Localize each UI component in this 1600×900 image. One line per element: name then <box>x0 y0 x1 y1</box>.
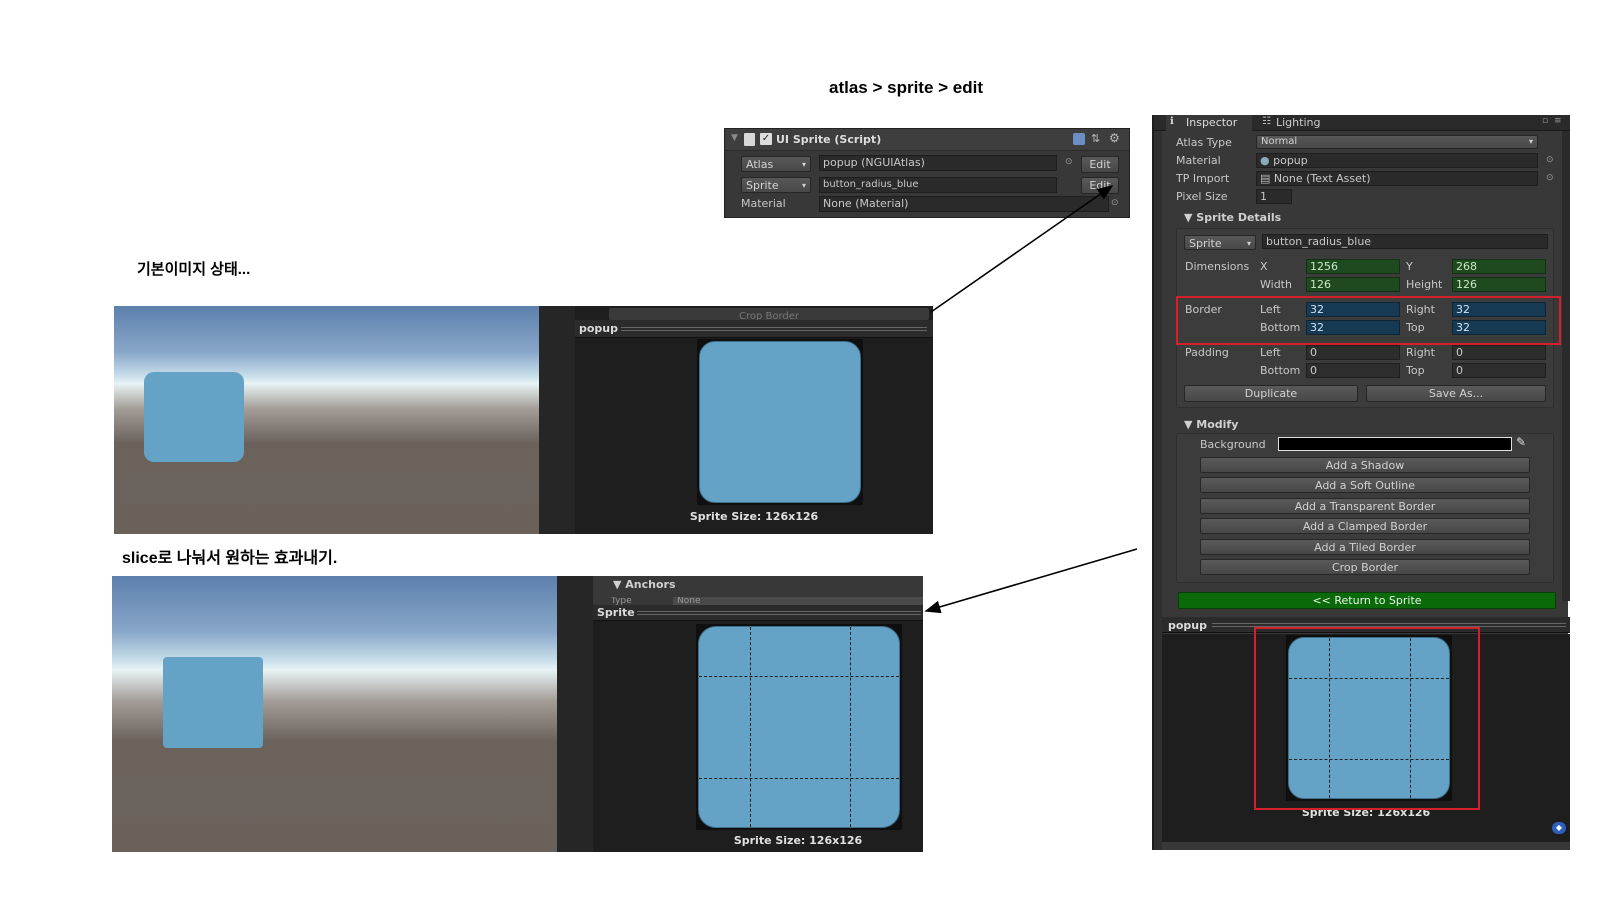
arrow-edit-to-preview <box>930 185 1114 313</box>
annotation-arrows <box>924 185 1138 614</box>
arrow-inspector-to-sliced <box>924 548 1138 614</box>
